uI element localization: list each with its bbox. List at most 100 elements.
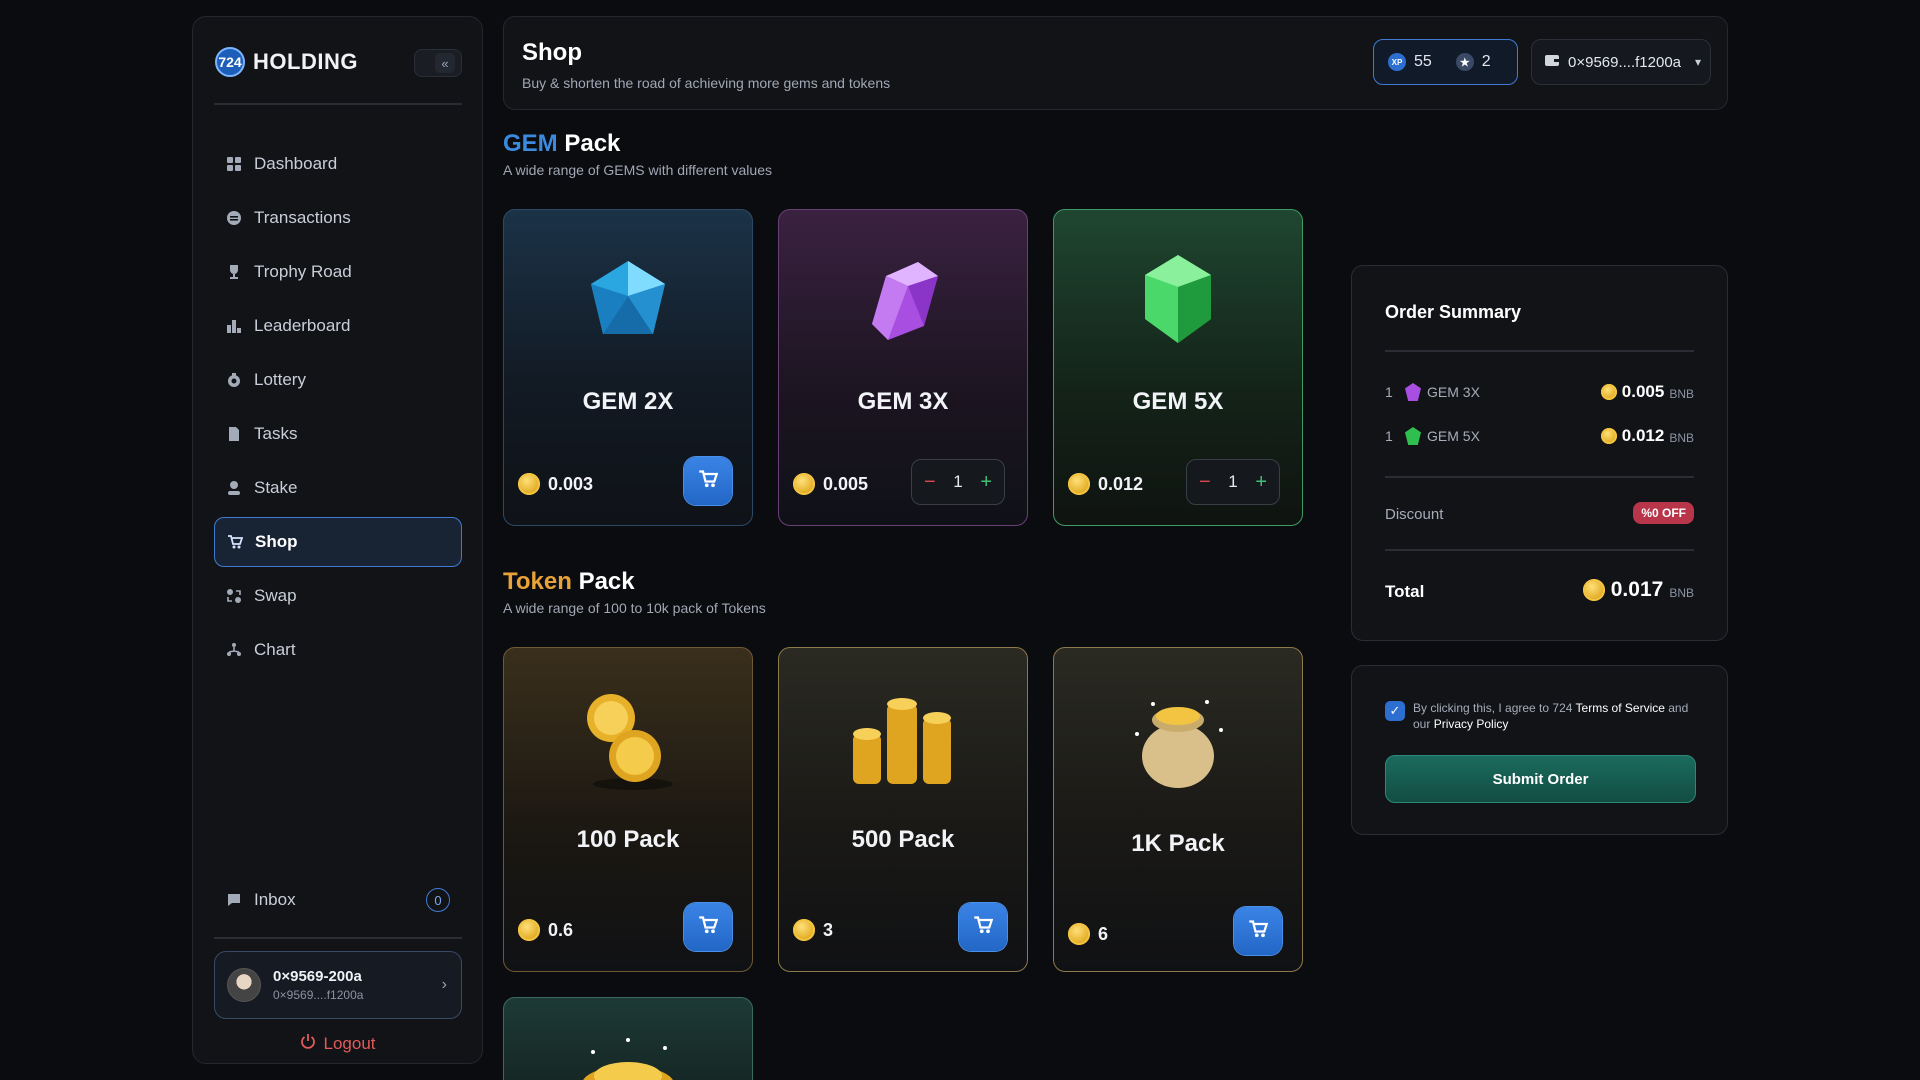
coin-stacks-image xyxy=(779,684,1027,794)
wallet-dropdown[interactable]: 0×9569....f1200a ▾ xyxy=(1531,39,1711,85)
sidebar-item-trophy-road[interactable]: Trophy Road xyxy=(214,247,462,297)
swap-icon xyxy=(226,588,242,604)
terms-checkbox[interactable]: ✓ xyxy=(1385,701,1405,721)
sidebar-item-label: Lottery xyxy=(254,370,306,389)
order-item-amount: 0.005 BNB xyxy=(1600,382,1694,402)
cart-icon xyxy=(973,915,994,940)
chevron-right-icon: › xyxy=(441,976,447,993)
token-card-1k[interactable]: 1K Pack 6 xyxy=(1053,647,1303,972)
decrement-button[interactable]: − xyxy=(924,471,936,494)
bnb-coin-icon xyxy=(1068,923,1090,945)
order-item-amount-value: 0.012 xyxy=(1621,426,1665,445)
sidebar-item-shop[interactable]: Shop xyxy=(214,517,462,567)
gem-title-accent: GEM xyxy=(503,130,558,157)
bnb-coin-icon xyxy=(1600,428,1617,444)
quantity-stepper[interactable]: − 1 + xyxy=(1186,459,1280,505)
gem-card-3x[interactable]: GEM 3X 0.005 − 1 + xyxy=(778,209,1028,526)
grid-icon xyxy=(226,156,242,172)
increment-button[interactable]: + xyxy=(1255,471,1267,494)
terms-of-service-link[interactable]: Terms of Service xyxy=(1576,701,1665,715)
logout-label: Logout xyxy=(323,1033,376,1053)
collapse-sidebar-button[interactable]: « xyxy=(414,49,462,77)
chart-icon xyxy=(226,642,242,658)
star-value: 2 xyxy=(1481,53,1491,70)
cart-icon xyxy=(698,915,719,940)
cart-icon xyxy=(227,534,243,550)
sidebar-item-inbox[interactable]: Inbox 0 xyxy=(214,875,462,925)
wallet-icon xyxy=(1544,52,1560,72)
sidebar-item-dashboard[interactable]: Dashboard xyxy=(214,139,462,189)
add-to-cart-button[interactable] xyxy=(684,903,732,951)
order-item-unit: BNB xyxy=(1669,430,1694,445)
bnb-coin-icon xyxy=(1068,473,1090,495)
terms-prefix: By clicking this, I agree to 724 xyxy=(1413,701,1573,715)
brand-name: HOLDING xyxy=(253,49,358,74)
gem-section-subtitle: A wide range of GEMS with different valu… xyxy=(503,162,772,178)
leaderboard-icon xyxy=(226,318,242,334)
user-stats[interactable]: XP 55 ★ 2 xyxy=(1373,39,1518,85)
sidebar-item-transactions[interactable]: Transactions xyxy=(214,193,462,243)
privacy-policy-link[interactable]: Privacy Policy xyxy=(1434,717,1509,731)
sidebar-item-chart[interactable]: Chart xyxy=(214,625,462,675)
add-to-cart-button[interactable] xyxy=(684,457,732,505)
token-price: 6 xyxy=(1068,923,1108,945)
increment-button[interactable]: + xyxy=(980,471,992,494)
profile-card[interactable]: 0×9569-200a 0×9569....f1200a › xyxy=(214,951,462,1019)
sidebar-item-label: Tasks xyxy=(254,424,298,443)
xp-value: 55 xyxy=(1414,53,1432,70)
quantity-stepper[interactable]: − 1 + xyxy=(911,459,1005,505)
gem-price: 0.005 xyxy=(793,473,868,495)
coin-bag-image xyxy=(1054,684,1302,794)
sidebar-item-label: Transactions xyxy=(254,208,351,227)
sidebar-item-label: Chart xyxy=(254,640,296,659)
coins-image xyxy=(504,684,752,794)
sidebar-item-swap[interactable]: Swap xyxy=(214,571,462,621)
coin-pile-image xyxy=(504,1032,752,1080)
gem-card-2x[interactable]: GEM 2X 0.003 xyxy=(503,209,753,526)
sidebar-item-label: Leaderboard xyxy=(254,316,351,335)
token-price: 3 xyxy=(793,919,833,941)
logo-mark-icon: 724 xyxy=(215,47,245,77)
scrollbar[interactable] xyxy=(1902,0,1920,1080)
token-price-value: 0.6 xyxy=(548,919,574,940)
token-title-rest: Pack xyxy=(578,568,635,595)
sidebar: 724 HOLDING « Dashboard Transactions Tro… xyxy=(192,16,483,1064)
gem-name: GEM 2X xyxy=(582,388,674,415)
token-section-title: Token Pack xyxy=(503,568,635,596)
discount-label: Discount xyxy=(1385,506,1444,523)
sidebar-item-tasks[interactable]: Tasks xyxy=(214,409,462,459)
token-name: 500 Pack xyxy=(851,826,955,853)
logout-button[interactable]: Logout xyxy=(193,1033,482,1054)
avatar xyxy=(227,968,261,1002)
profile-name: 0×9569-200a xyxy=(273,968,362,985)
sidebar-item-stake[interactable]: Stake xyxy=(214,463,462,513)
checkout-panel: ✓ By clicking this, I agree to 724 Terms… xyxy=(1351,665,1728,835)
bnb-coin-icon xyxy=(1600,384,1617,400)
double-chevron-left-icon: « xyxy=(435,53,455,73)
order-item-unit: BNB xyxy=(1669,386,1694,401)
token-card-100[interactable]: 100 Pack 0.6 xyxy=(503,647,753,972)
brand-logo[interactable]: 724 HOLDING xyxy=(215,47,358,77)
lottery-icon xyxy=(226,372,242,388)
purple-gem-image xyxy=(779,246,1027,356)
sidebar-item-lottery[interactable]: Lottery xyxy=(214,355,462,405)
token-card-500[interactable]: 500 Pack 3 xyxy=(778,647,1028,972)
total-amount: 0.017 xyxy=(1610,578,1664,601)
profile-address: 0×9569....f1200a xyxy=(273,988,364,1002)
decrement-button[interactable]: − xyxy=(1199,471,1211,494)
sidebar-item-leaderboard[interactable]: Leaderboard xyxy=(214,301,462,351)
gem-name: GEM 3X xyxy=(857,388,949,415)
submit-order-button[interactable]: Submit Order xyxy=(1385,755,1696,803)
stake-icon xyxy=(226,480,242,496)
add-to-cart-button[interactable] xyxy=(959,903,1007,951)
discount-badge: %0 OFF xyxy=(1633,502,1694,524)
token-name: 1K Pack xyxy=(1131,830,1225,857)
sidebar-item-label: Trophy Road xyxy=(254,262,352,281)
token-card-partial[interactable] xyxy=(503,997,753,1080)
order-item-name: GEM 3X xyxy=(1427,384,1480,400)
cart-icon xyxy=(698,469,719,494)
divider xyxy=(1385,350,1694,352)
gem-card-5x[interactable]: GEM 5X 0.012 − 1 + xyxy=(1053,209,1303,526)
chat-icon xyxy=(226,892,242,908)
add-to-cart-button[interactable] xyxy=(1234,907,1282,955)
